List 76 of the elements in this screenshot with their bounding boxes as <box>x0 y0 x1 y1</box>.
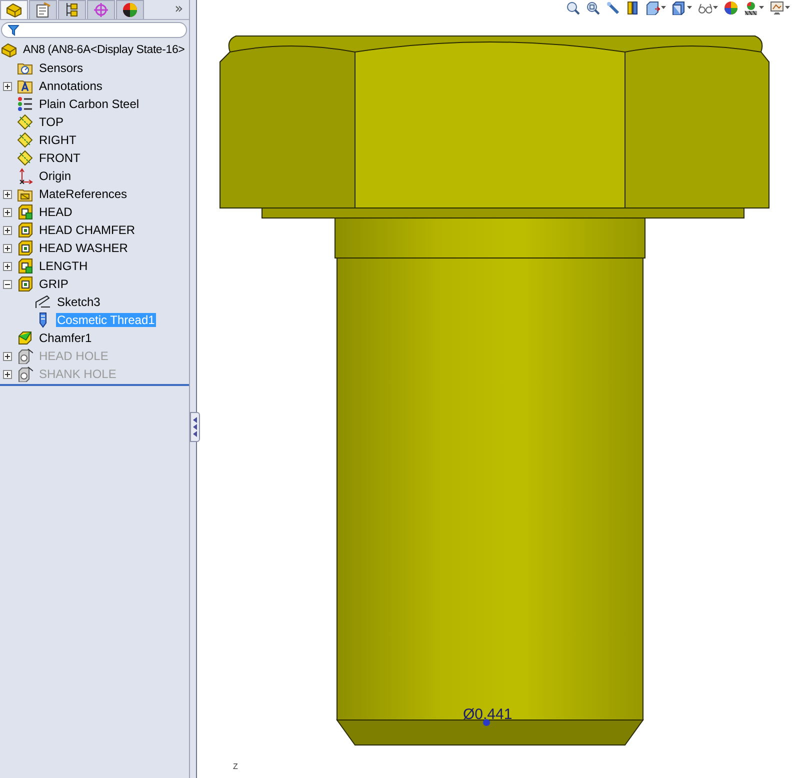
expand-icon[interactable] <box>3 82 12 90</box>
plane-icon <box>17 132 33 148</box>
scene-icon <box>744 0 758 14</box>
caret-icon <box>713 6 718 9</box>
expand-icon[interactable] <box>3 244 12 252</box>
toolbar-button[interactable] <box>723 0 739 15</box>
toolbar-button[interactable] <box>565 0 581 15</box>
view-orientation-icon <box>646 0 660 14</box>
wand-icon <box>606 0 620 14</box>
hole-feature-icon <box>17 348 33 364</box>
monitor-icon <box>770 0 784 14</box>
caret-icon <box>785 6 790 9</box>
expand-icon[interactable] <box>3 262 12 270</box>
tree-item[interactable]: GRIP <box>38 277 70 291</box>
toolbar-button[interactable] <box>585 0 601 15</box>
toolbar-button[interactable] <box>645 0 667 15</box>
expand-icon[interactable] <box>3 190 12 198</box>
toolbar-button[interactable] <box>671 0 693 15</box>
annotation-folder-icon <box>17 78 33 94</box>
tree-item[interactable]: AN8 (AN8-6A<Display State-16> <box>22 43 186 57</box>
tree-item[interactable]: TOP <box>38 115 64 129</box>
panel-tab[interactable] <box>58 0 86 19</box>
color-ball-icon <box>724 0 738 14</box>
filter-field[interactable] <box>1 22 188 38</box>
configuration-icon <box>64 2 80 18</box>
axis-label: Z <box>233 762 238 771</box>
expand-icon[interactable] <box>3 208 12 216</box>
tree-item[interactable]: LENGTH <box>38 259 89 273</box>
plane-icon <box>17 150 33 166</box>
plane-icon <box>17 114 33 130</box>
tree-item[interactable]: Sketch3 <box>56 295 102 309</box>
display-style-icon <box>672 0 686 14</box>
panel-tab[interactable] <box>0 0 28 19</box>
color-wheel-icon <box>122 2 138 18</box>
extrude-icon <box>17 258 33 274</box>
toolbar-button[interactable] <box>605 0 621 15</box>
zoom-icon <box>566 0 580 14</box>
toolbar-button[interactable] <box>769 0 791 15</box>
tree-item[interactable]: Origin <box>38 169 72 183</box>
diameter-dimension[interactable]: Ø0.441 <box>463 706 512 723</box>
collapse-handle[interactable] <box>190 412 200 442</box>
property-sheet-icon <box>35 2 51 18</box>
collapse-icon[interactable] <box>3 280 12 288</box>
expand-icon[interactable] <box>3 226 12 234</box>
tree-item[interactable]: HEAD CHAMFER <box>38 223 136 237</box>
extrude-icon <box>17 240 33 256</box>
panel-tab[interactable] <box>29 0 57 19</box>
crosshair-icon <box>93 2 109 18</box>
tree-item[interactable]: Plain Carbon Steel <box>38 97 140 111</box>
tree-item[interactable]: Sensors <box>38 61 84 75</box>
part-icon <box>6 2 22 18</box>
extrude-icon <box>17 204 33 220</box>
tree-item[interactable]: HEAD <box>38 205 74 219</box>
origin-icon <box>17 168 33 184</box>
zoom-area-icon <box>586 0 600 14</box>
tree-item[interactable]: RIGHT <box>38 133 78 147</box>
tree-item[interactable]: Chamfer1 <box>38 331 93 345</box>
tree-item[interactable]: FRONT <box>38 151 82 165</box>
toolbar-button[interactable] <box>743 0 765 15</box>
sketch-icon <box>35 294 51 310</box>
tree-item[interactable]: HEAD WASHER <box>38 241 129 255</box>
tree-item[interactable]: Annotations <box>38 79 104 93</box>
part-icon <box>1 42 17 58</box>
material-icon <box>17 96 33 112</box>
panel-tab[interactable] <box>116 0 144 19</box>
hole-feature-icon <box>17 366 33 382</box>
filter-icon <box>8 24 19 36</box>
extrude-icon <box>17 276 33 292</box>
more-tabs-button[interactable]: » <box>168 0 190 19</box>
caret-icon <box>661 6 666 9</box>
chamfer-icon <box>17 330 33 346</box>
extrude-icon <box>17 222 33 238</box>
caret-icon <box>759 6 764 9</box>
tree-item[interactable]: MateReferences <box>38 187 128 201</box>
section-view-icon <box>626 0 640 14</box>
caret-icon <box>687 6 692 9</box>
